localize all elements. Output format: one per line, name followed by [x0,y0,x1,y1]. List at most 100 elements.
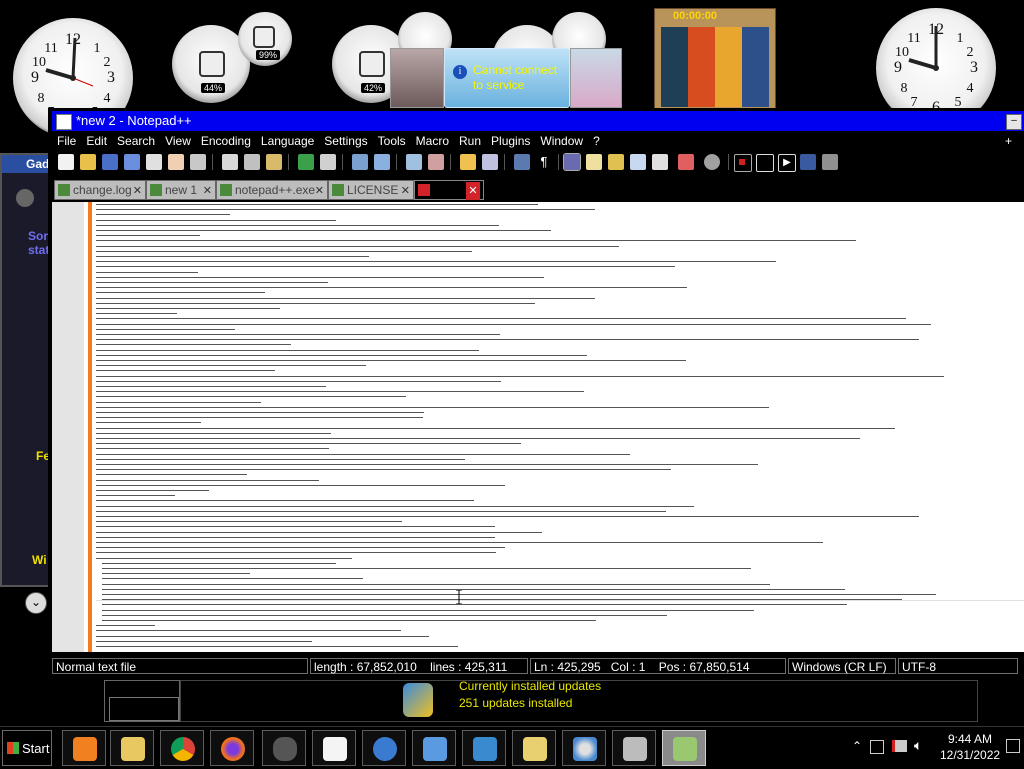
line-number-gutter [52,202,84,652]
tab-new-1[interactable]: new 1 ✕ [146,180,216,200]
taskbar-clock-date[interactable]: 12/31/2022 [940,748,1000,762]
close-tab-icon[interactable]: ✕ [133,182,142,200]
play-macro-icon[interactable]: ▶ [778,154,796,172]
menu-tools[interactable]: Tools [373,132,411,150]
new-file-icon[interactable] [58,154,74,170]
status-encoding[interactable]: UTF-8 [898,658,1018,674]
taskbar-mouse[interactable] [262,730,306,766]
volume-icon[interactable]: 🔈︎ [914,737,922,754]
find-icon[interactable] [352,154,368,170]
menu-macro[interactable]: Macro [411,132,454,150]
notification-center-icon[interactable] [1006,739,1020,753]
taskbar-chrome[interactable] [160,730,204,766]
puzzle-timer: 00:00:00 [673,10,718,22]
menu-encoding[interactable]: Encoding [196,132,256,150]
text-line [96,438,860,439]
close-tab-icon[interactable]: ✕ [466,182,480,200]
start-button[interactable]: Start [2,730,52,766]
text-line [102,568,751,569]
close-icon[interactable] [146,154,162,170]
minimize-button[interactable]: – [1006,114,1022,130]
show-hidden-icons-icon[interactable]: ⌃ [852,739,862,753]
zoom-out-icon[interactable] [428,154,444,170]
taskbar-remote-desktop[interactable] [462,730,506,766]
taskbar-clock-time[interactable]: 9:44 AM [948,732,992,746]
paste-icon[interactable] [266,154,282,170]
tab-notepadpp-exe[interactable]: notepad++.exe ✕ [216,180,328,200]
tab-change-log[interactable]: change.log ✕ [54,180,146,200]
monitoring-icon[interactable] [678,154,694,170]
text-line [102,573,250,575]
copy-icon[interactable] [244,154,260,170]
run-macro-multiple-icon[interactable] [800,154,816,170]
zoom-in-icon[interactable] [406,154,422,170]
media-thumbnail [570,48,622,108]
close-tab-icon[interactable]: ✕ [315,182,324,200]
spellcheck-icon[interactable] [704,154,720,170]
record-macro-icon[interactable] [734,154,752,172]
toolbar-separator [728,154,729,170]
gadget-panel[interactable]: Gad Sor stat Fe Wi [0,153,54,587]
menu-settings[interactable]: Settings [319,132,372,150]
media-player-icon [73,737,97,761]
paint-icon [573,737,597,761]
taskbar-control-panel[interactable] [412,730,456,766]
undo-icon[interactable] [298,154,314,170]
tab-new-2[interactable]: ✕ [414,180,484,200]
menu-plugins[interactable]: Plugins [486,132,535,150]
word-wrap-icon[interactable] [514,154,530,170]
function-list-icon[interactable] [608,154,624,170]
sync-horizontal-icon[interactable] [482,154,498,170]
menu-search[interactable]: Search [112,132,160,150]
taskbar-folders[interactable] [512,730,556,766]
menu-window[interactable]: Window [535,132,588,150]
action-center-icon[interactable] [892,740,907,752]
window-titlebar[interactable]: *new 2 - Notepad++ – [52,111,1024,131]
taskbar-paint[interactable] [562,730,606,766]
text-line [96,230,551,231]
tab-license[interactable]: LICENSE ✕ [328,180,414,200]
editor-area[interactable] [52,202,1024,652]
status-eol[interactable]: Windows (CR LF) [788,658,896,674]
project-panel-icon[interactable] [652,154,668,170]
taskbar-firefox[interactable] [210,730,254,766]
taskbar-file-explorer[interactable] [110,730,154,766]
sync-vertical-icon[interactable] [460,154,476,170]
save-all-icon[interactable] [124,154,140,170]
open-file-icon[interactable] [80,154,96,170]
menu-file[interactable]: File [52,132,81,150]
taskbar-globe[interactable] [362,730,406,766]
service-notification[interactable]: i Cannot connect to service [444,48,570,108]
add-tab-plus[interactable]: + [1005,132,1012,150]
cut-icon[interactable] [222,154,238,170]
stop-macro-icon[interactable] [756,154,774,172]
taskbar-solitaire[interactable] [312,730,356,766]
network-icon[interactable] [870,740,884,754]
save-icon[interactable] [102,154,118,170]
close-all-icon[interactable] [168,154,184,170]
redo-icon[interactable] [320,154,336,170]
document-map-icon[interactable] [586,154,602,170]
expand-down-icon[interactable]: ⌄ [25,592,47,614]
menu-help[interactable]: ? [588,132,605,150]
taskbar-scanner[interactable] [612,730,656,766]
back-arrow-icon[interactable] [16,189,34,207]
taskbar-notepadpp[interactable] [662,730,706,766]
taskbar-media-player[interactable] [62,730,106,766]
close-tab-icon[interactable]: ✕ [401,182,410,200]
text-content[interactable] [96,202,1024,652]
close-tab-icon[interactable]: ✕ [203,182,212,200]
puzzle-grid[interactable] [661,27,769,107]
show-all-characters-icon[interactable]: ¶ [536,154,552,170]
folder-as-workspace-icon[interactable] [630,154,646,170]
menu-language[interactable]: Language [256,132,319,150]
menu-view[interactable]: View [160,132,196,150]
save-macro-icon[interactable] [822,154,838,170]
notepadpp-window[interactable]: *new 2 - Notepad++ – File Edit Search View E… [48,108,1024,680]
replace-icon[interactable] [374,154,390,170]
indent-guide-icon[interactable] [563,153,581,171]
menu-run[interactable]: Run [454,132,486,150]
picture-puzzle-gadget[interactable]: 00:00:00 [654,8,776,110]
print-icon[interactable] [190,154,206,170]
menu-edit[interactable]: Edit [81,132,112,150]
